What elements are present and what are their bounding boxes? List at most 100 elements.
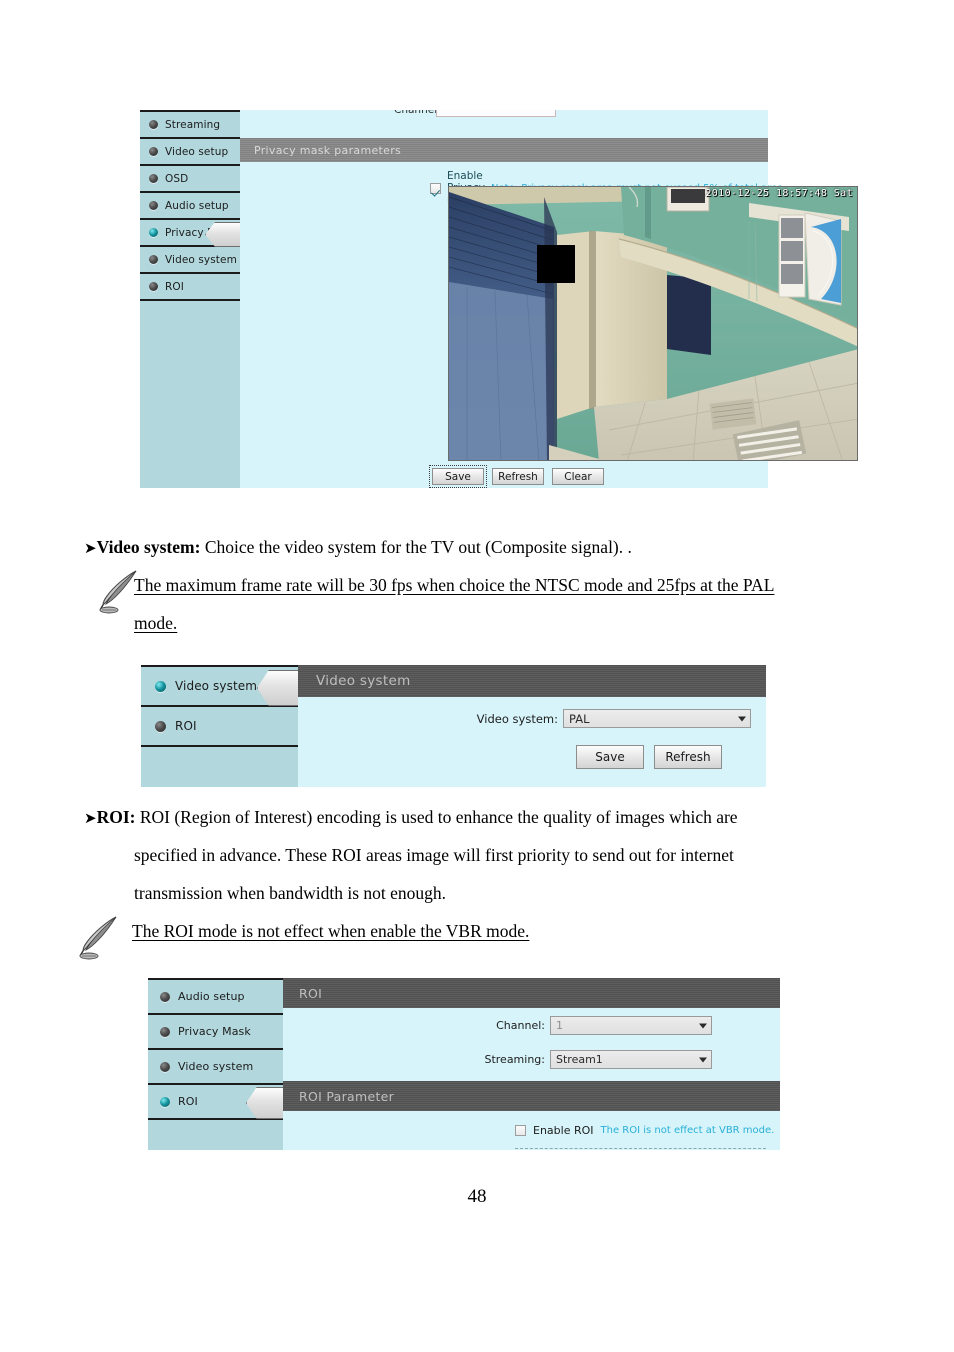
streaming-select[interactable]: Stream1: [550, 1050, 712, 1069]
roi-note: The ROI mode is not effect when enable t…: [132, 921, 530, 941]
video-system-field-label: Video system:: [476, 711, 558, 726]
sidebar-item-label: Video system: [165, 253, 237, 266]
streaming-label: Streaming:: [484, 1053, 545, 1066]
roi-sidebar: Audio setup Privacy Mask Video system RO…: [148, 978, 284, 1150]
video-system-panel: Video system ROI Video system Video syst…: [141, 665, 766, 787]
enable-roi-label: Enable ROI: [533, 1124, 594, 1137]
privacy-mask-panel: Streaming Video setup OSD Audio setup Pr…: [140, 110, 858, 488]
streaming-field-row: Streaming: Stream1: [283, 1050, 780, 1069]
video-preview[interactable]: 2010-12-25 18:57:48 Sat: [448, 186, 858, 461]
bullet-icon: [149, 120, 158, 129]
bullet-arrow-icon: ➤: [84, 539, 97, 557]
quill-pen-icon: [99, 570, 137, 614]
refresh-button[interactable]: Refresh: [654, 745, 722, 769]
sidebar-item-label: ROI: [178, 1095, 198, 1108]
chevron-down-icon: [699, 1023, 707, 1028]
privacy-section-title: Privacy mask parameters: [240, 138, 768, 162]
privacy-button-row: Save Refresh Clear: [429, 465, 604, 488]
active-pointer-icon: [257, 670, 299, 706]
sidebar-item-privacy-mask[interactable]: Privacy Mask: [148, 1015, 283, 1050]
sidebar-item-video-system[interactable]: Video system: [148, 1050, 283, 1085]
roi-section-title: ROI: [283, 978, 780, 1008]
sidebar-item-label: Audio setup: [165, 199, 229, 212]
roi-definition-line: ➤ROI: ROI (Region of Interest) encoding …: [84, 798, 904, 836]
video-system-definition-line: ➤Video system: Choice the video system f…: [84, 528, 884, 566]
channel-input[interactable]: [436, 110, 556, 117]
roi-parameter-title: ROI Parameter: [283, 1081, 780, 1111]
bullet-icon: [149, 174, 158, 183]
sidebar-item-streaming[interactable]: Streaming: [140, 112, 240, 139]
section-title-text: Privacy mask parameters: [254, 143, 402, 157]
roi-parameter-title-text: ROI Parameter: [299, 1088, 395, 1104]
sidebar-item-roi[interactable]: ROI: [141, 707, 298, 747]
video-system-text-block: ➤Video system: Choice the video system f…: [84, 528, 884, 642]
bullet-icon: [160, 991, 170, 1002]
video-system-definition: Choice the video system for the TV out (…: [204, 537, 632, 557]
roi-line-3: transmission when bandwidth is not enoug…: [134, 883, 447, 903]
sidebar-item-osd[interactable]: OSD: [140, 166, 240, 193]
section-title-text: Video system: [316, 673, 411, 689]
streaming-select-value: Stream1: [556, 1053, 603, 1066]
roi-content: ROI Channel: 1 Streaming: Stream1 ROI Pa…: [283, 978, 780, 1150]
videosys-section-title: Video system: [298, 665, 766, 697]
sidebar-item-label: Audio setup: [178, 990, 245, 1003]
roi-text-block: ➤ROI: ROI (Region of Interest) encoding …: [79, 798, 904, 960]
bullet-icon: [160, 1061, 170, 1072]
bullet-icon: [160, 1026, 170, 1037]
bullet-icon: [155, 720, 166, 732]
save-button[interactable]: Save: [576, 745, 644, 769]
sidebar-item-label: Privacy Mask: [178, 1025, 251, 1038]
videosys-button-row: Save Refresh: [576, 745, 722, 769]
roi-line-2: specified in advance. These ROI areas im…: [134, 845, 734, 865]
sidebar-item-video-setup[interactable]: Video setup: [140, 139, 240, 166]
section-title-text: ROI: [299, 985, 323, 1001]
video-system-field-row: Video system: PAL: [298, 709, 766, 728]
channel-label: Channel:: [394, 110, 441, 116]
roi-term: ROI:: [96, 807, 136, 827]
sidebar-item-label: ROI: [165, 280, 184, 293]
roi-line-1: ROI (Region of Interest) encoding is use…: [139, 807, 738, 827]
sidebar-item-label: Video system: [178, 1060, 254, 1073]
active-pointer-icon: [246, 1087, 284, 1119]
sidebar-item-audio-setup[interactable]: Audio setup: [148, 980, 283, 1015]
bullet-icon: [149, 147, 158, 156]
channel-select-value: 1: [556, 1019, 563, 1032]
channel-select[interactable]: 1: [550, 1016, 712, 1035]
bullet-arrow-icon: ➤: [84, 809, 97, 827]
privacy-content: Channel: Privacy mask parameters Enable …: [240, 110, 858, 488]
roi-note: The ROI is not effect at VBR mode.: [600, 1125, 775, 1136]
sidebar-item-privacy-mask[interactable]: Privacy Mask: [140, 220, 241, 247]
bullet-icon: [149, 282, 158, 291]
chevron-down-icon: [738, 716, 746, 721]
enable-privacy-mask-checkbox[interactable]: [430, 182, 441, 194]
sidebar-item-audio-setup[interactable]: Audio setup: [140, 193, 240, 220]
sidebar-item-roi[interactable]: ROI: [148, 1085, 284, 1120]
bullet-icon: [155, 680, 166, 692]
video-system-note-line-1: The maximum frame rate will be 30 fps wh…: [134, 575, 775, 595]
sidebar-item-roi[interactable]: ROI: [140, 274, 240, 301]
sidebar-item-label: Video system: [175, 679, 258, 693]
sidebar-item-label: OSD: [165, 172, 189, 185]
clipped-channel-row: Channel:: [240, 110, 768, 138]
videosys-sidebar: Video system ROI: [141, 665, 299, 787]
page-number: 48: [467, 1186, 487, 1207]
video-frame-image: [449, 187, 857, 460]
refresh-button[interactable]: Refresh: [492, 468, 544, 485]
video-system-select[interactable]: PAL: [563, 709, 751, 728]
privacy-mask-rectangle[interactable]: [537, 245, 575, 283]
bullet-icon: [149, 255, 158, 264]
save-button[interactable]: Save: [429, 465, 487, 488]
channel-field-row: Channel: 1: [283, 1016, 780, 1035]
sidebar-item-video-system[interactable]: Video system: [141, 667, 299, 707]
channel-label: Channel:: [496, 1019, 545, 1032]
chevron-down-icon: [699, 1057, 707, 1062]
bullet-icon: [149, 201, 158, 210]
sidebar-item-video-system[interactable]: Video system: [140, 247, 240, 274]
roi-panel: Audio setup Privacy Mask Video system RO…: [148, 978, 780, 1150]
video-system-select-value: PAL: [569, 711, 590, 726]
sidebar-item-label: ROI: [175, 719, 197, 733]
clear-button[interactable]: Clear: [552, 468, 604, 485]
videosys-content: Video system Video system: PAL Save Refr…: [298, 665, 766, 787]
enable-roi-checkbox[interactable]: [515, 1125, 526, 1136]
sidebar-item-label: Streaming: [165, 118, 221, 131]
